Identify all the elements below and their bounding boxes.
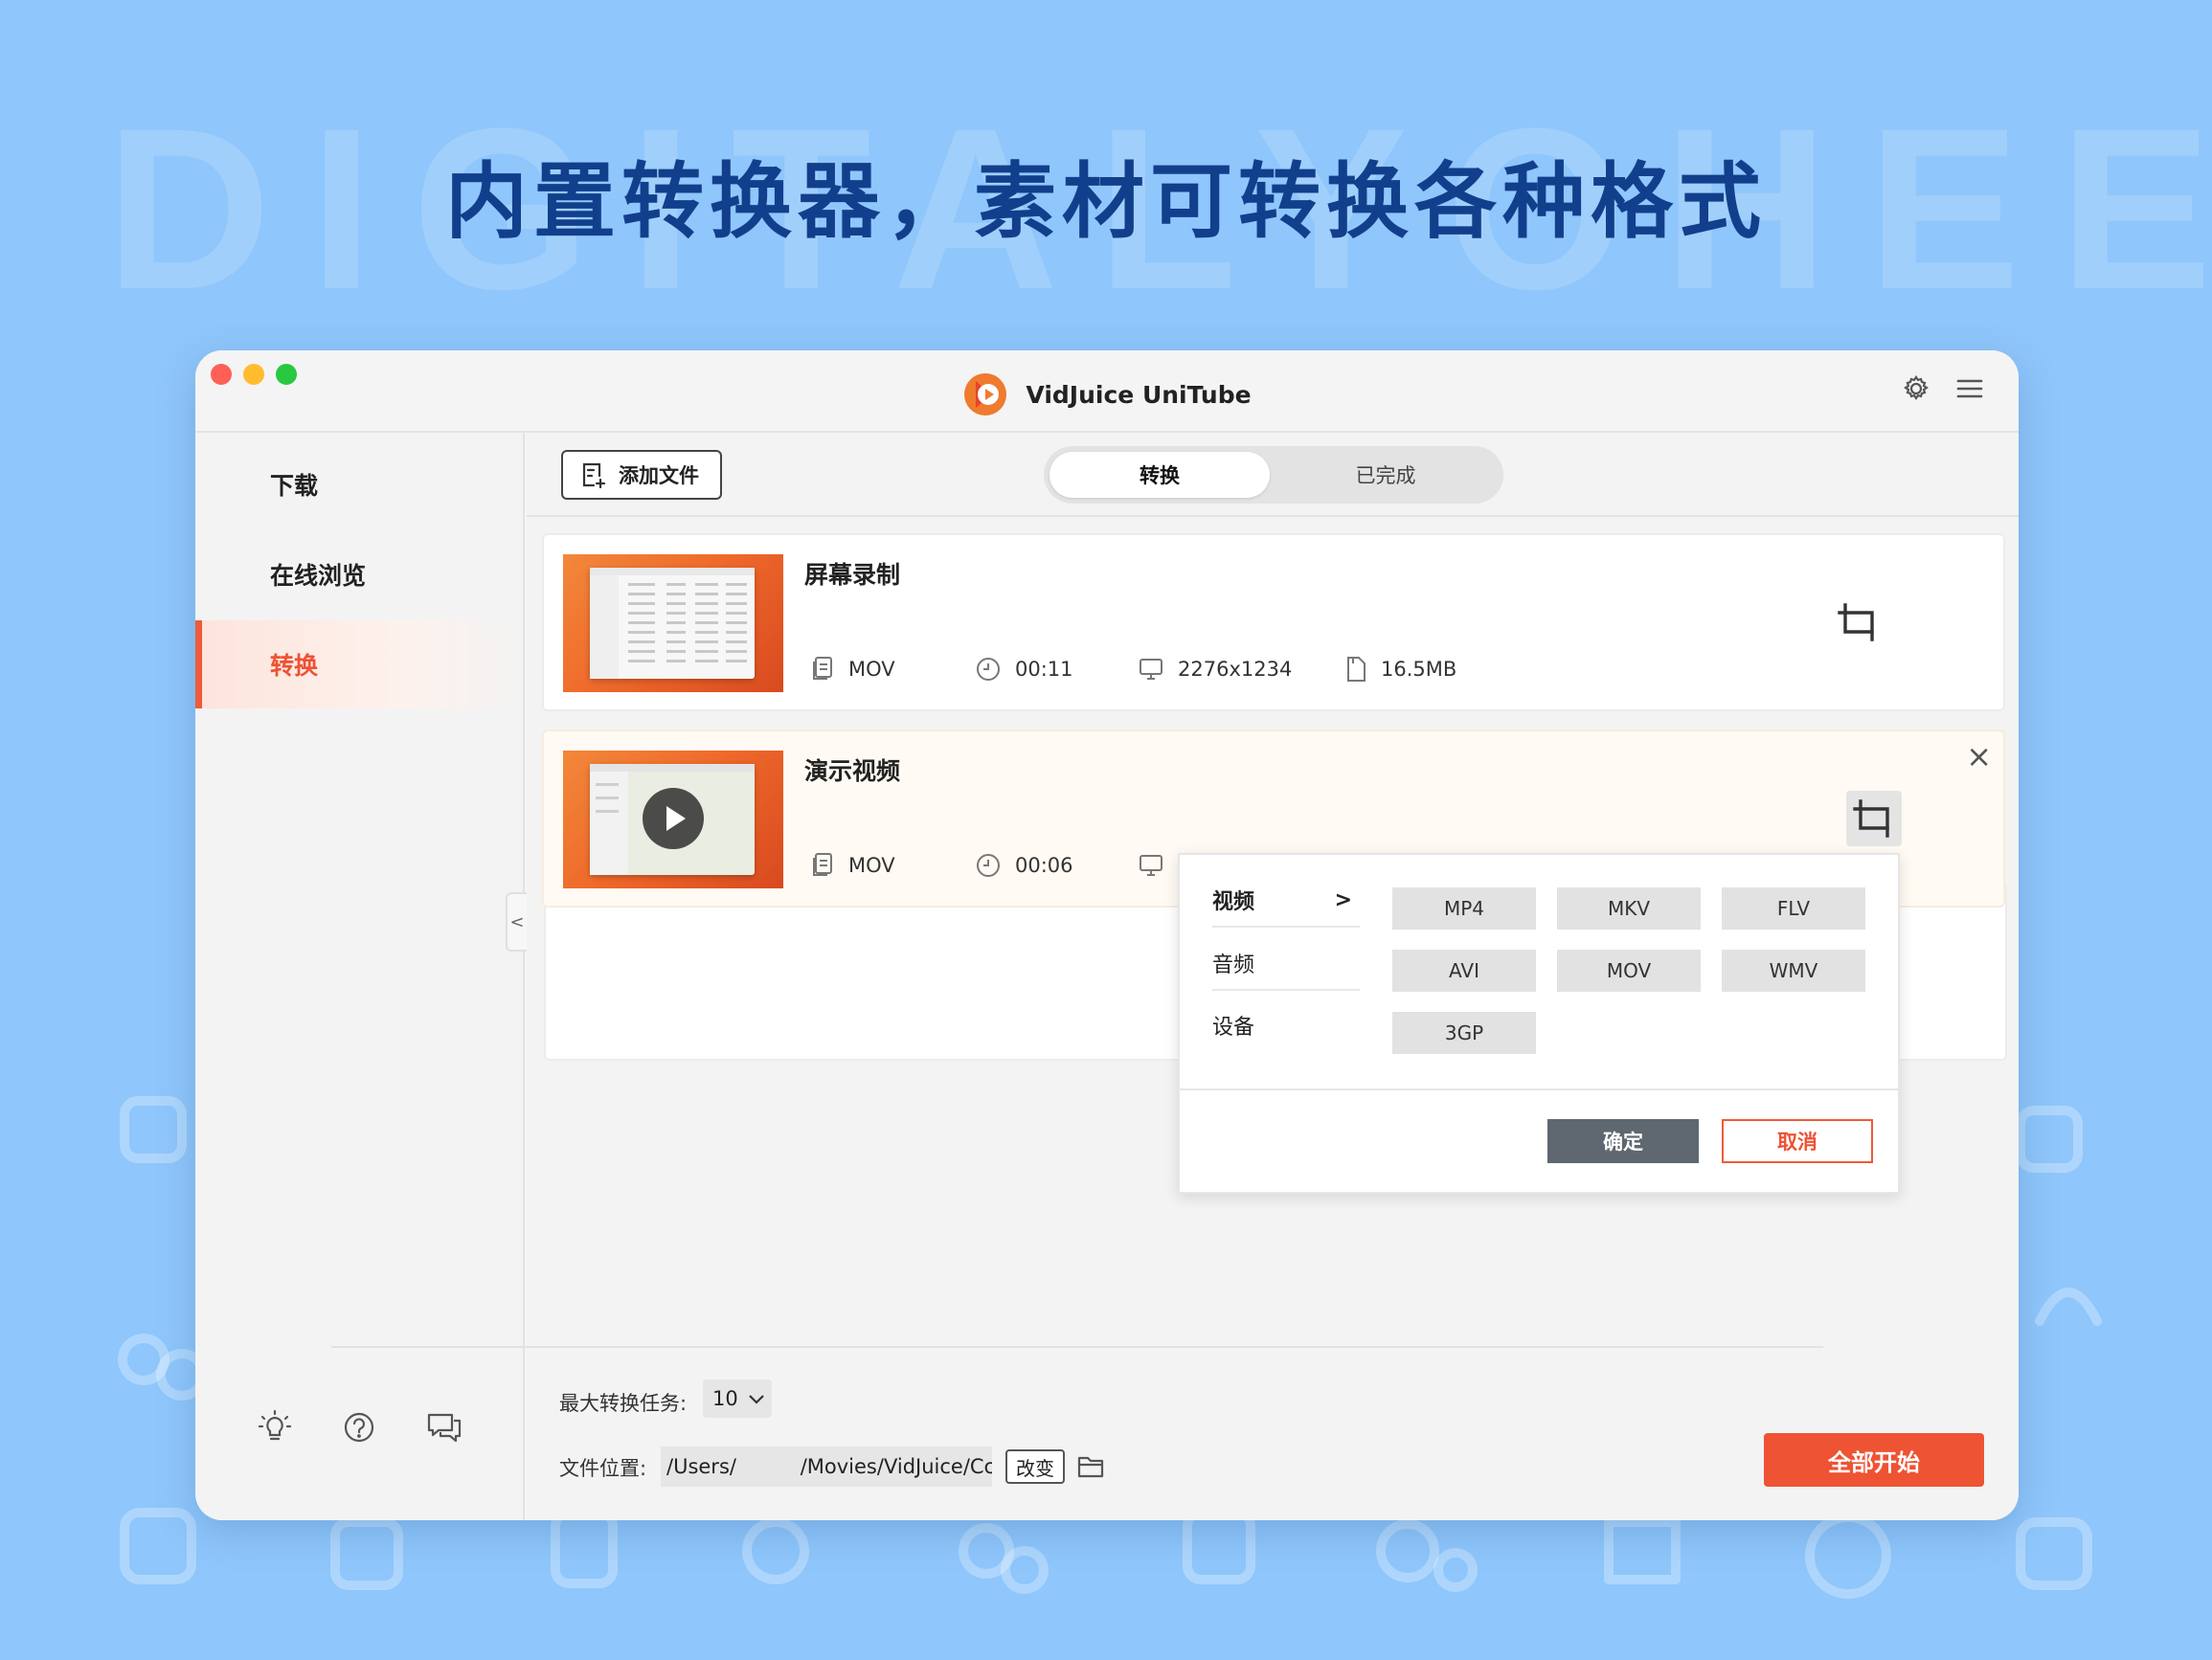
app-title: VidJuice UniTube — [195, 371, 2019, 417]
popup-divider — [1180, 1088, 1898, 1090]
monitor-icon — [1140, 855, 1162, 876]
max-tasks-label: 最大转换任务: — [559, 1392, 688, 1415]
resolution-meta: 2276x1234 — [1138, 656, 1292, 683]
lightbulb-icon[interactable] — [257, 1409, 293, 1446]
start-all-button[interactable]: 全部开始 — [1764, 1433, 1984, 1487]
file-format: MOV — [848, 854, 895, 877]
category-device[interactable]: 设备 — [1212, 998, 1360, 1052]
clock-icon — [977, 854, 1000, 877]
monitor-icon — [1140, 659, 1162, 680]
format-option-flv[interactable]: FLV — [1722, 887, 1865, 930]
duration-meta: 00:11 — [975, 656, 1073, 683]
folder-icon[interactable] — [1076, 1453, 1105, 1480]
file-location-field[interactable]: /Users/ /Movies/VidJuice/Cc — [661, 1447, 992, 1487]
resolution-meta — [1138, 852, 1164, 879]
file-format-icon — [813, 853, 832, 876]
play-icon[interactable] — [642, 787, 705, 850]
convert-format-button[interactable] — [1846, 791, 1902, 846]
format-option-avi[interactable]: AVI — [1392, 950, 1536, 992]
format-picker-popup: 视频 > 音频 设备 MP4 MKV FLV AVI MOV WMV 3GP 确… — [1178, 853, 1900, 1194]
toolbar: 添加文件 转换 已完成 — [527, 433, 2019, 517]
thumbnail-table-graphic — [590, 568, 755, 679]
vidjuice-logo-icon — [964, 373, 1007, 415]
file-location-label: 文件位置: — [559, 1457, 647, 1480]
help-icon[interactable] — [341, 1409, 377, 1446]
cancel-button[interactable]: 取消 — [1722, 1119, 1873, 1163]
change-location-button[interactable]: 改变 — [1005, 1449, 1065, 1484]
promo-headline: 内置转换器，素材可转换各种格式 — [445, 154, 1767, 250]
max-tasks-select[interactable]: 10 — [703, 1380, 772, 1418]
file-size-icon — [1347, 657, 1366, 682]
file-duration: 00:11 — [1015, 658, 1073, 681]
tab-completed[interactable]: 已完成 — [1275, 452, 1496, 498]
category-video[interactable]: 视频 > — [1212, 874, 1360, 928]
thumbnail-screen — [590, 568, 755, 679]
format-option-mp4[interactable]: MP4 — [1392, 887, 1536, 930]
title-bar: VidJuice UniTube — [195, 350, 2019, 433]
category-video-label: 视频 — [1212, 890, 1255, 914]
file-format-icon — [813, 657, 832, 680]
size-meta: 16.5MB — [1344, 656, 1456, 683]
video-thumbnail — [563, 554, 783, 692]
file-title: 屏幕录制 — [804, 561, 901, 589]
file-format: MOV — [848, 658, 895, 681]
tab-convert[interactable]: 转换 — [1050, 452, 1270, 498]
max-tasks-value: 10 — [712, 1387, 738, 1410]
collapse-sidebar-button[interactable]: < — [506, 892, 527, 952]
format-option-mov[interactable]: MOV — [1557, 950, 1701, 992]
sidebar: 下载 在线浏览 转换 — [195, 433, 525, 1520]
convert-crop-icon — [1853, 799, 1889, 838]
sidebar-item-download[interactable]: 下载 — [195, 440, 525, 528]
file-item-screen-recording[interactable]: 屏幕录制 MOV 00:11 2276x1234 16.5MB — [542, 533, 2005, 711]
format-meta: MOV — [810, 656, 895, 683]
clock-icon — [977, 658, 1000, 681]
file-title: 演示视频 — [804, 757, 901, 785]
footer-divider — [331, 1346, 1823, 1348]
file-size: 16.5MB — [1381, 658, 1457, 681]
format-option-wmv[interactable]: WMV — [1722, 950, 1865, 992]
file-duration: 00:06 — [1015, 854, 1073, 877]
sidebar-item-convert[interactable]: 转换 — [195, 620, 525, 708]
video-thumbnail — [563, 751, 783, 888]
add-file-button[interactable]: 添加文件 — [561, 450, 722, 500]
sidebar-item-online-browse[interactable]: 在线浏览 — [195, 530, 525, 618]
category-audio-label: 音频 — [1212, 953, 1255, 977]
convert-format-button[interactable] — [1831, 594, 1886, 650]
app-name: VidJuice UniTube — [1026, 380, 1252, 409]
remove-file-close-icon[interactable]: × — [1966, 741, 1992, 772]
settings-gear-icon[interactable] — [1902, 374, 1930, 403]
format-option-mkv[interactable]: MKV — [1557, 887, 1701, 930]
file-resolution: 2276x1234 — [1178, 658, 1293, 681]
category-arrow: > — [1334, 887, 1352, 912]
add-file-label: 添加文件 — [619, 464, 699, 487]
add-file-icon — [582, 462, 606, 489]
format-meta: MOV — [810, 852, 895, 879]
duration-meta: 00:06 — [975, 852, 1073, 879]
format-option-3gp[interactable]: 3GP — [1392, 1012, 1536, 1054]
category-audio[interactable]: 音频 — [1212, 937, 1360, 991]
feedback-icon[interactable] — [425, 1409, 463, 1446]
convert-crop-icon — [1838, 603, 1874, 641]
confirm-button[interactable]: 确定 — [1547, 1119, 1699, 1163]
hamburger-menu-icon[interactable] — [1955, 374, 1984, 403]
category-device-label: 设备 — [1212, 1016, 1255, 1040]
chevron-down-icon — [748, 1395, 764, 1404]
tab-switcher: 转换 已完成 — [1044, 446, 1503, 504]
